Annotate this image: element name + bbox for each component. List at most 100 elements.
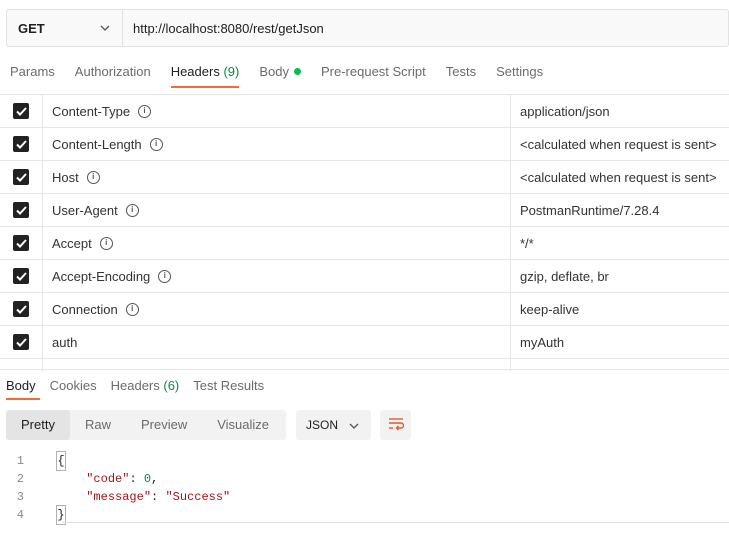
header-key-label: Accept-Encoding <box>52 268 151 284</box>
header-key[interactable]: Content-Length i <box>43 128 511 160</box>
info-icon[interactable]: i <box>138 104 152 118</box>
json-key: "message" <box>86 490 152 504</box>
info-icon[interactable]: i <box>125 302 139 316</box>
code-text: { <box>43 451 66 471</box>
headers-table: Content-Type i application/json Content-Len… <box>0 94 729 371</box>
header-enabled-cell <box>0 260 43 292</box>
header-key[interactable]: Accept-Encoding i <box>43 260 511 292</box>
header-enabled-checkbox[interactable] <box>13 235 29 251</box>
response-divider <box>0 369 729 370</box>
editor-line-separator <box>62 522 729 523</box>
header-value[interactable]: keep-alive <box>511 293 729 325</box>
view-visualize-button[interactable]: Visualize <box>202 410 284 440</box>
header-enabled-checkbox[interactable] <box>13 136 29 152</box>
format-select[interactable]: JSON <box>296 410 371 440</box>
tab-count: (9) <box>223 64 240 79</box>
header-value[interactable]: myAuth <box>511 326 729 358</box>
header-row: Content-Type i application/json <box>0 95 729 128</box>
header-row: Host i <calculated when request is sent> <box>0 161 729 194</box>
tab-label: Cookies <box>49 378 97 393</box>
header-enabled-cell <box>0 194 43 226</box>
code-line: 3 "message": "Success" <box>0 488 729 506</box>
tab-params[interactable]: Params <box>0 60 65 88</box>
code-brace: { <box>56 451 66 471</box>
header-value[interactable]: <calculated when request is sent> <box>511 161 729 193</box>
tab-authorization[interactable]: Authorization <box>65 60 161 88</box>
header-enabled-checkbox[interactable] <box>13 301 29 317</box>
header-row: Content-Length i <calculated when request … <box>0 128 729 161</box>
response-code-editor[interactable]: 1 {2 "code": 0, 3 "message": "Success" 4 } <box>0 451 729 525</box>
header-row: Connection i keep-alive <box>0 293 729 326</box>
tab-headers[interactable]: Headers (9) <box>161 60 250 88</box>
header-enabled-cell <box>0 326 43 358</box>
request-tabs: Params Authorization Headers (9) Body Pre-re… <box>0 60 553 88</box>
json-value: "Success" <box>165 490 231 504</box>
line-number: 3 <box>16 490 24 504</box>
header-key[interactable]: Accept i <box>43 227 511 259</box>
code-text: "code": 0, <box>86 472 159 486</box>
tab-tests[interactable]: Tests <box>436 60 486 88</box>
view-raw-button[interactable]: Raw <box>70 410 126 440</box>
view-pretty-button[interactable]: Pretty <box>6 410 70 440</box>
json-key: "code" <box>86 472 130 486</box>
header-value[interactable]: PostmanRuntime/7.28.4 <box>511 194 729 226</box>
header-enabled-checkbox[interactable] <box>13 103 29 119</box>
header-enabled-cell <box>0 95 43 127</box>
tab-label: Authorization <box>74 64 151 79</box>
info-icon[interactable]: i <box>158 269 172 283</box>
code-line: 2 "code": 0, <box>0 470 729 488</box>
header-value[interactable]: application/json <box>511 95 729 127</box>
view-mode-bar: Pretty Raw Preview Visualize <box>6 410 286 440</box>
status-dot-icon <box>293 68 301 75</box>
header-enabled-cell <box>0 227 43 259</box>
url-input[interactable]: http://localhost:8080/rest/getJson <box>123 21 324 36</box>
header-value[interactable]: gzip, deflate, br <box>511 260 729 292</box>
header-enabled-checkbox[interactable] <box>13 334 29 350</box>
header-key-label: Content-Type <box>52 103 131 119</box>
info-icon[interactable]: i <box>125 203 139 217</box>
tab-label: Body <box>6 378 36 393</box>
header-key[interactable]: Host i <box>43 161 511 193</box>
tab-label: Test Results <box>193 378 265 393</box>
tab-label: Headers <box>170 64 220 79</box>
tab-label: Settings <box>496 64 544 79</box>
header-key-label: Content-Length <box>52 136 142 152</box>
response-tab-body[interactable]: Body <box>0 374 44 400</box>
header-enabled-checkbox[interactable] <box>13 202 29 218</box>
view-preview-button[interactable]: Preview <box>126 410 202 440</box>
header-value[interactable]: */* <box>511 227 729 259</box>
response-tab-headers[interactable]: Headers (6) <box>105 374 188 400</box>
line-number: 4 <box>16 508 24 522</box>
header-key-label: Host <box>52 169 79 185</box>
header-enabled-checkbox[interactable] <box>13 268 29 284</box>
header-key[interactable]: User-Agent i <box>43 194 511 226</box>
wrap-lines-icon <box>388 417 404 434</box>
code-line: 1 { <box>0 451 729 471</box>
info-icon[interactable]: i <box>99 236 113 250</box>
wrap-lines-button[interactable] <box>380 410 411 440</box>
info-icon[interactable]: i <box>86 170 100 184</box>
tab-pre-request-script[interactable]: Pre-request Script <box>311 60 436 88</box>
tab-body[interactable]: Body <box>249 60 311 88</box>
tab-label: Tests <box>445 64 477 79</box>
header-key-label: User-Agent <box>52 202 118 218</box>
header-enabled-checkbox[interactable] <box>13 169 29 185</box>
header-key[interactable]: Connection i <box>43 293 511 325</box>
method-select[interactable]: GET <box>7 10 123 46</box>
header-key-label: Connection <box>52 301 118 317</box>
response-tabs: Body Cookies Headers (6) Test Results <box>0 374 272 402</box>
method-label: GET <box>18 20 45 36</box>
header-key[interactable]: Content-Type i <box>43 95 511 127</box>
tab-settings[interactable]: Settings <box>486 60 553 88</box>
header-row: User-Agent i PostmanRuntime/7.28.4 <box>0 194 729 227</box>
header-row: auth myAuth <box>0 326 729 359</box>
header-key[interactable]: auth <box>43 326 511 358</box>
header-value[interactable]: <calculated when request is sent> <box>511 128 729 160</box>
tab-label: Body <box>259 64 289 79</box>
json-value: 0 <box>143 472 152 486</box>
header-row: Accept-Encoding i gzip, deflate, br <box>0 260 729 293</box>
response-tab-cookies[interactable]: Cookies <box>44 374 105 400</box>
info-icon[interactable]: i <box>149 137 163 151</box>
response-tab-test-results[interactable]: Test Results <box>187 374 272 400</box>
tab-label: Params <box>10 64 55 79</box>
